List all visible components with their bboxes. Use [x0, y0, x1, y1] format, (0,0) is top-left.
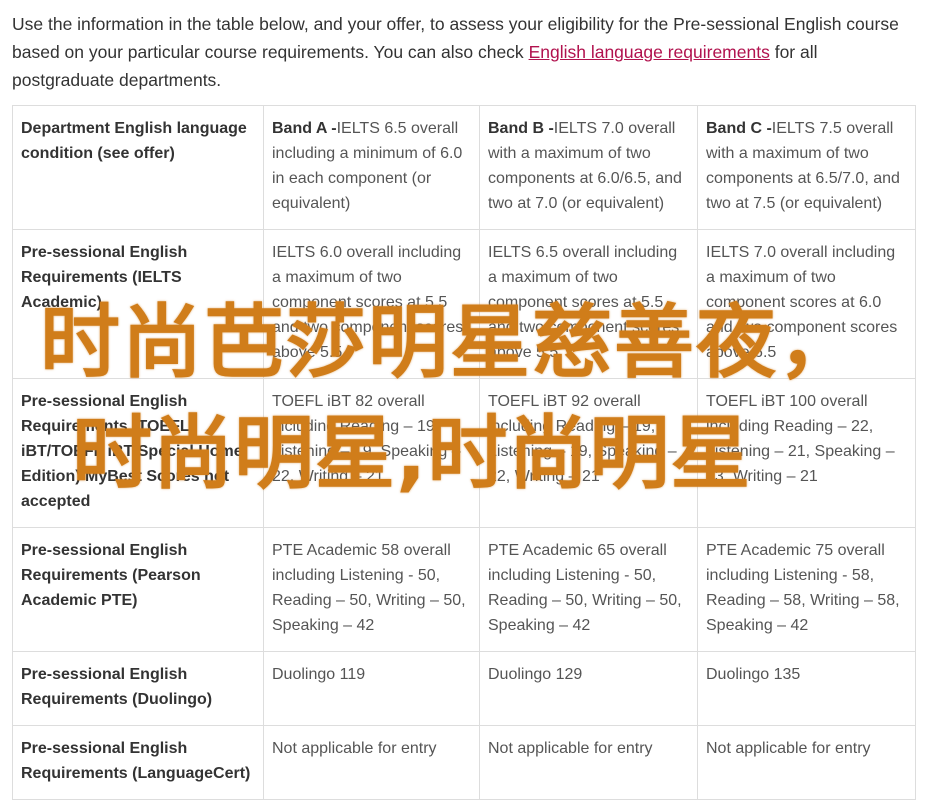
header-department-condition: Department English language condition (s… [12, 105, 264, 230]
table-cell: TOEFL iBT 100 overall including Reading … [697, 378, 916, 528]
table-header-row: Department English language condition (s… [12, 105, 916, 230]
table-cell: IELTS 7.0 overall including a maximum of… [697, 229, 916, 379]
band-c-label: Band C - [706, 120, 772, 137]
table-cell: PTE Academic 75 overall including Listen… [697, 527, 916, 652]
table-cell: Duolingo 129 [479, 651, 698, 726]
row-head: Pre-sessional English Requirements (Lang… [12, 725, 264, 800]
table-cell: TOEFL iBT 92 overall including Reading –… [479, 378, 698, 528]
table-cell: Duolingo 135 [697, 651, 916, 726]
table-cell: TOEFL iBT 82 overall including Reading –… [263, 378, 480, 528]
table-cell: Duolingo 119 [263, 651, 480, 726]
intro-paragraph: Use the information in the table below, … [12, 10, 922, 94]
header-band-a: Band A -IELTS 6.5 overall including a mi… [263, 105, 480, 230]
table-row-languagecert: Pre-sessional English Requirements (Lang… [12, 725, 916, 800]
band-b-label: Band B - [488, 120, 554, 137]
row-head: Pre-sessional English Requirements (IELT… [12, 229, 264, 379]
band-a-label: Band A - [272, 120, 337, 137]
row-head: Pre-sessional English Requirements (Pear… [12, 527, 264, 652]
table-cell: Not applicable for entry [263, 725, 480, 800]
table-cell: IELTS 6.5 overall including a maximum of… [479, 229, 698, 379]
english-language-requirements-link[interactable]: English language requirements [529, 42, 770, 62]
table-cell: IELTS 6.0 overall including a maximum of… [263, 229, 480, 379]
table-cell: Not applicable for entry [479, 725, 698, 800]
row-head: Pre-sessional English Requirements (Duol… [12, 651, 264, 726]
table-cell: PTE Academic 65 overall including Listen… [479, 527, 698, 652]
row-head: Pre-sessional English Requirements (TOEF… [12, 378, 264, 528]
table-row-ielts: Pre-sessional English Requirements (IELT… [12, 229, 916, 379]
table-cell: Not applicable for entry [697, 725, 916, 800]
table-row-pte: Pre-sessional English Requirements (Pear… [12, 527, 916, 652]
requirements-table: Department English language condition (s… [12, 105, 916, 800]
table-row-toefl: Pre-sessional English Requirements (TOEF… [12, 378, 916, 528]
header-band-b: Band B -IELTS 7.0 overall with a maximum… [479, 105, 698, 230]
table-cell: PTE Academic 58 overall including Listen… [263, 527, 480, 652]
table-row-duolingo: Pre-sessional English Requirements (Duol… [12, 651, 916, 726]
header-band-c: Band C -IELTS 7.5 overall with a maximum… [697, 105, 916, 230]
